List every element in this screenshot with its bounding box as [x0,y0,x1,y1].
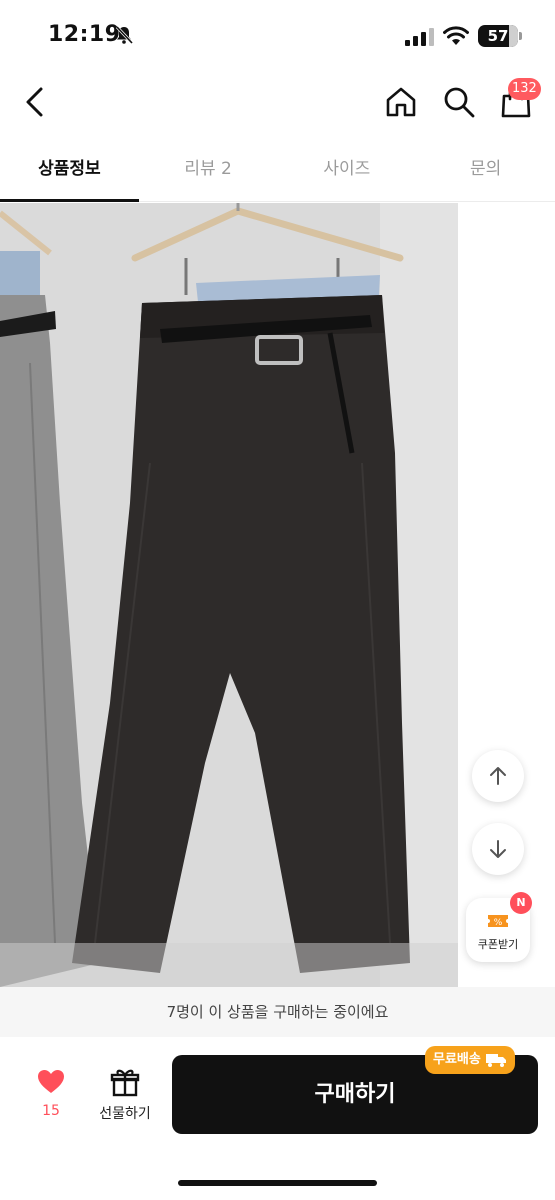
heart-icon [38,1070,64,1093]
status-bar: 12:19 57 [0,0,555,70]
like-button[interactable]: 15 [30,1069,72,1129]
status-time: 12:19 [48,22,121,47]
tab-product-info[interactable]: 상품정보 [0,140,139,202]
home-button[interactable] [382,84,420,120]
chevron-left-icon [26,87,43,117]
like-count: 15 [42,1103,60,1119]
product-tabs: 상품정보 리뷰 2 사이즈 문의 [0,140,555,202]
cart-count-badge: 132 [508,78,541,100]
free-shipping-badge: 무료배송 [425,1046,515,1074]
product-image[interactable] [0,203,458,987]
wifi-icon [443,26,469,45]
scroll-up-button[interactable] [472,750,524,802]
home-indicator [178,1180,377,1186]
scroll-down-button[interactable] [472,823,524,875]
battery-level: 57 [487,27,509,45]
truck-icon [485,1054,506,1067]
top-navigation-bar [0,70,555,140]
search-button[interactable] [440,84,478,120]
gift-button[interactable]: 선물하기 [92,1067,158,1127]
product-photo [0,203,458,987]
bell-off-icon [115,25,134,45]
arrow-down-icon [490,840,506,858]
gift-label: 선물하기 [99,1106,151,1122]
coupon-label: 쿠폰받기 [477,938,519,951]
back-button[interactable] [18,84,52,120]
free-shipping-label: 무료배송 [433,1052,481,1067]
arrow-up-icon [490,767,506,785]
svg-text:%: % [494,918,503,928]
cellular-signal-icon [405,28,434,46]
gift-icon [110,1069,140,1097]
search-icon [444,87,475,118]
tab-size[interactable]: 사이즈 [278,140,417,201]
tab-reviews[interactable]: 리뷰 2 [139,140,278,201]
tab-inquiry[interactable]: 문의 [416,140,555,201]
coupon-icon: % [488,915,508,928]
purchase-activity-notice: 7명이 이 상품을 구매하는 중이에요 [0,987,555,1037]
new-badge: N [510,892,532,914]
battery-indicator: 57 [478,25,522,47]
home-icon [386,87,416,117]
